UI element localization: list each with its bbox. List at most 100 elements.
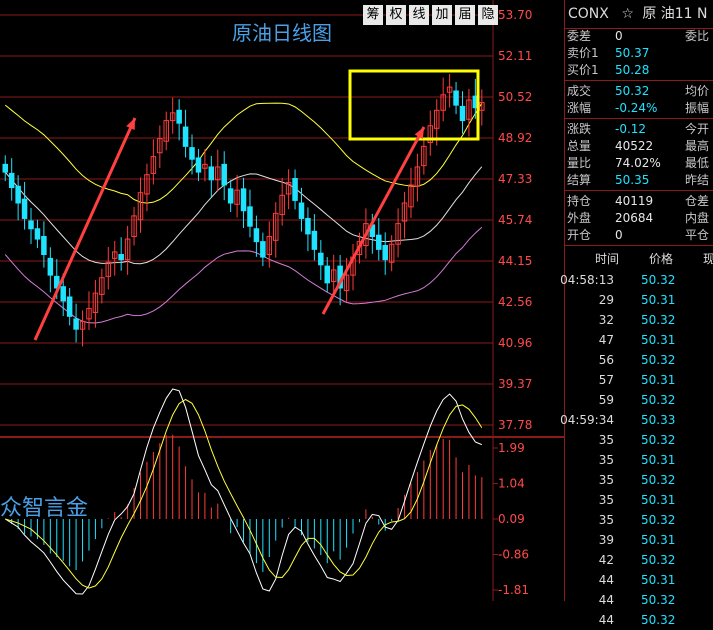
tick-time: 57 [598, 373, 614, 387]
quote-right-label: 振幅 [685, 101, 710, 115]
candle-down [253, 228, 260, 243]
quote-separator [565, 190, 713, 191]
toolbar-button-4[interactable]: 届 [455, 5, 475, 25]
quote-separator [565, 245, 713, 246]
tick-price: 50.31 [641, 373, 676, 387]
tick-row: 04:58:13 50.32 [560, 270, 713, 290]
toolbar-button-0[interactable]: 筹 [363, 5, 383, 25]
watermark-text: 众智言金 [0, 496, 88, 521]
price-tick-label: 50.52 [498, 90, 532, 104]
candle-down [182, 126, 189, 147]
price-tick-label: 37.78 [498, 418, 532, 432]
tick-row: 42 50.32 [565, 550, 713, 570]
tick-row: 35 50.32 [565, 470, 713, 490]
quote-separator [565, 80, 713, 81]
candlestick-series [2, 73, 485, 347]
price-tick-label: 44.15 [498, 254, 532, 268]
quote-right-label: 均价 [685, 84, 710, 98]
tick-header-time: 时间 [594, 252, 619, 266]
quote-label: 总量 [567, 139, 592, 153]
tick-time: 44 [598, 593, 614, 607]
tick-row: 35 50.32 [565, 430, 713, 450]
toolbar-button-5[interactable]: 隐 [478, 5, 498, 25]
macd-tick-label: -0.86 [498, 548, 529, 562]
candle-down [2, 163, 9, 173]
tick-price: 50.31 [641, 333, 676, 347]
tick-price: 50.31 [641, 493, 676, 507]
tick-price: 50.32 [641, 593, 676, 607]
candle-down [247, 206, 253, 227]
quote-right-label: 昨结 [685, 173, 710, 187]
macd-axis: 1.99 1.04 0.09 -0.86 -1.81 [498, 441, 529, 597]
tick-row: 35 50.31 [565, 490, 713, 510]
tick-row: 44 50.32 [565, 610, 713, 630]
tick-row: 35 50.31 [565, 450, 713, 470]
trend-arrow-left [33, 117, 137, 341]
candle-down [318, 252, 324, 266]
price-tick-label: 40.96 [498, 336, 532, 350]
price-tick-label: 45.74 [498, 213, 532, 227]
quote-row: 委差 0 委比 [565, 28, 713, 45]
toolbar-button-2[interactable]: 线 [409, 5, 429, 25]
tick-header-price: 价格 [649, 252, 674, 266]
tick-row: 39 50.31 [565, 530, 713, 550]
instrument-name: 原 油11 N [642, 6, 708, 22]
quote-label: 外盘 [567, 211, 592, 225]
quote-value: 40119 [615, 194, 654, 208]
quote-row: 涨跌 -0.12 今开 [565, 121, 713, 138]
candle-down [176, 109, 182, 124]
quote-label: 结算 [567, 173, 592, 187]
tick-row: 44 50.31 [565, 570, 713, 590]
favorite-star-icon[interactable]: ☆ [621, 6, 634, 22]
quote-row: 涨幅 -0.24% 振幅 [565, 100, 713, 117]
tick-time: 42 [598, 553, 614, 567]
tick-row: 47 50.31 [565, 330, 713, 350]
candle-down [8, 172, 15, 189]
quote-row: 量比 74.02% 最低 [565, 155, 713, 172]
quote-label: 成交 [567, 84, 592, 98]
tick-price: 50.32 [641, 273, 676, 287]
tick-row: 57 50.31 [565, 370, 713, 390]
quote-right-label: 委比 [685, 29, 710, 43]
tick-row: 44 50.32 [565, 590, 713, 610]
tick-row: 04:59:34 50.33 [560, 410, 713, 430]
toolbar-button-3[interactable]: 加 [432, 5, 452, 25]
candle-down [66, 296, 73, 317]
macd-dif-line [4, 388, 483, 595]
quote-label: 量比 [567, 156, 592, 170]
quote-right-label: 最低 [685, 156, 710, 170]
tick-time: 59 [598, 393, 614, 407]
tick-time: 35 [598, 493, 614, 507]
quote-right-label: 仓差 [685, 194, 710, 208]
quote-row: 总量 40522 最高 [565, 138, 713, 155]
candle-down [240, 188, 247, 212]
quote-value: 50.28 [615, 63, 650, 77]
tick-time: 44 [598, 613, 614, 627]
tick-time: 56 [598, 353, 614, 367]
quote-label: 涨跌 [567, 122, 592, 136]
macd-indicator [4, 388, 483, 595]
quote-header: CONX ☆ 原 油11 N [565, 0, 713, 29]
quote-label: 买价1 [567, 63, 599, 77]
tick-price: 50.33 [641, 413, 676, 427]
quote-value: 50.32 [615, 84, 650, 98]
symbol-code: CONX [568, 6, 609, 22]
tick-header-volume: 现 [703, 252, 713, 266]
candle-down [15, 185, 21, 204]
quote-right-label: 今开 [685, 122, 710, 136]
tick-price: 50.32 [641, 313, 676, 327]
macd-tick-label: 0.09 [498, 512, 525, 526]
quote-label: 涨幅 [567, 101, 592, 115]
macd-dea-line [5, 398, 483, 589]
toolbar-button-1[interactable]: 权 [386, 5, 406, 25]
candle-down [305, 217, 311, 235]
tick-price: 50.31 [641, 573, 676, 587]
tick-time: 47 [598, 333, 614, 347]
tick-header: 时间 价格 现 [565, 249, 713, 269]
quote-row: 成交 50.32 均价 [565, 83, 713, 100]
quote-row: 卖价1 50.37 [565, 45, 713, 62]
candle-down [376, 234, 382, 250]
quote-value: 0 [615, 29, 623, 43]
candle-down [208, 166, 215, 181]
macd-tick-label: -1.81 [498, 583, 529, 597]
